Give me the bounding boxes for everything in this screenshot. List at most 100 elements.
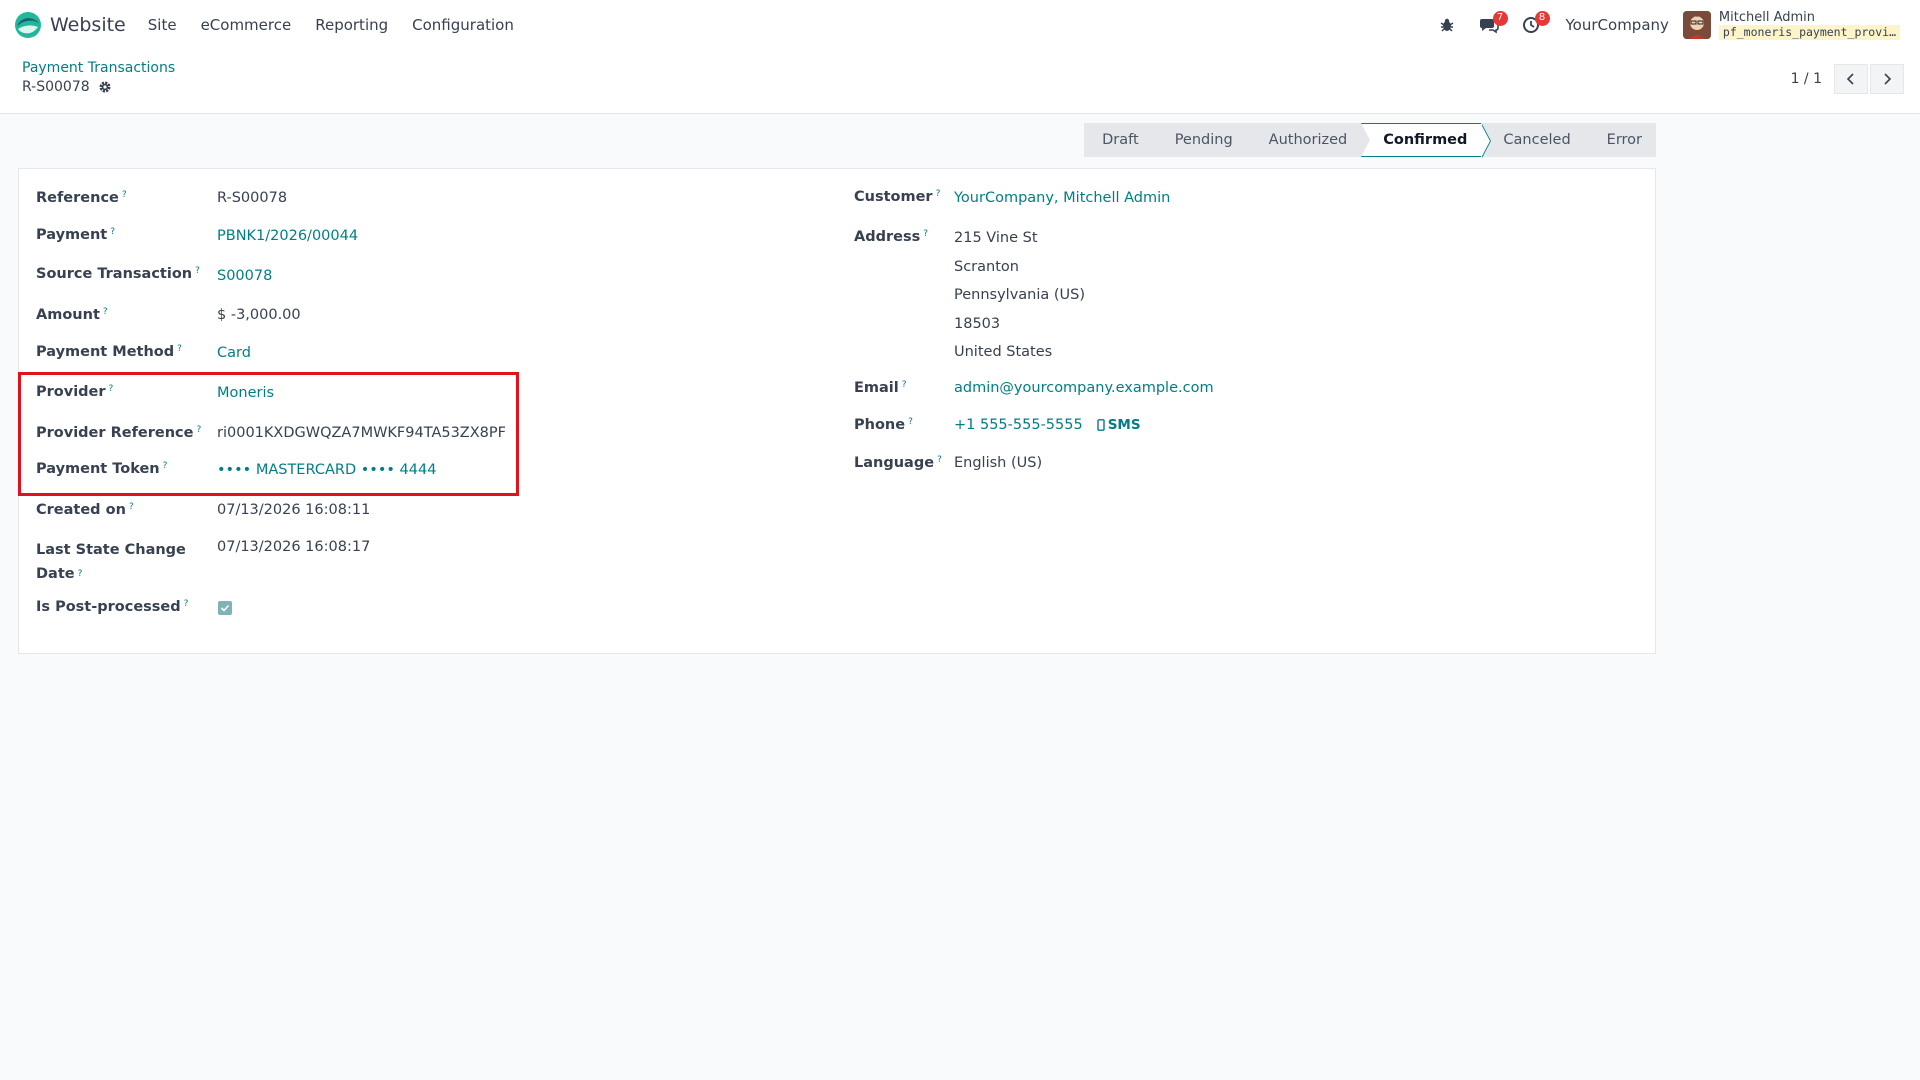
stage-canceled[interactable]: Canceled [1481,123,1594,157]
user-name: Mitchell Admin [1718,10,1816,25]
field-is-post-processed: Is Post-processed? [36,599,188,615]
help-tooltip-icon[interactable]: ? [110,227,115,237]
field-last-state-change: Last State Change Date? [36,538,186,586]
stage-label: Pending [1174,132,1233,148]
menu-item-reporting[interactable]: Reporting [303,0,400,50]
user-menu[interactable]: Mitchell Admin pf_moneris_payment_provi… [1682,10,1900,40]
top-navbar: Website Site eCommerce Reporting Configu… [0,0,1920,50]
pager-value[interactable]: 1 / 1 [1791,71,1822,87]
website-app-icon [15,12,41,38]
address-country: United States [954,344,1053,360]
field-label: Reference? [36,190,127,206]
help-tooltip-icon[interactable]: ? [936,189,941,199]
help-tooltip-icon[interactable]: ? [122,190,127,200]
app-name: Website [50,14,126,36]
stage-label: Confirmed [1383,132,1468,148]
amount-value: $ -3,000.00 [217,307,301,323]
field-phone: Phone? [854,417,913,433]
record-name: R-S00078 [22,79,90,95]
mobile-phone-icon [1097,419,1105,431]
help-tooltip-icon[interactable]: ? [902,380,907,390]
help-tooltip-icon[interactable]: ? [195,266,200,276]
help-tooltip-icon[interactable]: ? [937,455,942,465]
address-block: 215 Vine St Scranton Pennsylvania (US) 1… [954,224,1085,367]
sms-label: SMS [1107,417,1141,433]
stage-draft[interactable]: Draft [1084,123,1162,157]
stage-label: Canceled [1503,132,1571,148]
help-tooltip-icon[interactable]: ? [908,417,913,427]
menu-item-ecommerce[interactable]: eCommerce [189,0,304,50]
field-label: Payment Token? [36,461,168,477]
field-payment-method: Payment Method? [36,344,182,360]
field-email: Email? [854,380,907,396]
debug-icon[interactable] [1432,0,1462,50]
phone-link[interactable]: +1 555-555-5555 [954,417,1083,433]
language-value: English (US) [954,455,1043,471]
help-tooltip-icon[interactable]: ? [163,461,168,471]
menu-item-configuration[interactable]: Configuration [400,0,526,50]
help-tooltip-icon[interactable]: ? [196,425,201,435]
payment-link[interactable]: PBNK1/2026/00044 [217,228,358,244]
messages-icon[interactable]: 7 [1474,0,1508,50]
reference-value: R-S00078 [217,190,288,206]
help-tooltip-icon[interactable]: ? [184,599,189,609]
field-label: Provider Reference? [36,425,202,441]
help-tooltip-icon[interactable]: ? [103,307,108,317]
post-processed-checkbox[interactable] [218,601,232,615]
help-tooltip-icon[interactable]: ? [109,384,114,394]
phone-block: +1 555-555-5555 SMS [954,417,1141,433]
stage-pending[interactable]: Pending [1152,123,1256,157]
field-label: Payment Method? [36,344,182,360]
messages-badge: 7 [1492,11,1508,26]
help-tooltip-icon[interactable]: ? [923,229,928,239]
field-label: Last State Change [36,542,186,558]
field-label: Phone? [854,417,913,433]
field-amount: Amount? [36,307,108,323]
stage-label: Error [1606,132,1642,148]
field-label: Amount? [36,307,108,323]
help-tooltip-icon[interactable]: ? [129,502,134,512]
field-created-on: Created on? [36,502,134,518]
field-label: Date? [36,566,83,582]
app-brand[interactable]: Website [14,0,126,50]
address-street: 215 Vine St [954,230,1038,246]
field-reference: Reference? [36,190,127,206]
field-provider-reference: Provider Reference? [36,425,201,441]
stage-error[interactable]: Error [1584,123,1656,157]
chevron-right-icon [1884,73,1892,85]
field-payment-token: Payment Token? [36,461,167,477]
help-tooltip-icon[interactable]: ? [78,569,83,579]
breadcrumb[interactable]: Payment Transactions [22,60,175,76]
field-provider: Provider? [36,384,113,400]
field-label: Customer? [854,189,941,205]
stage-authorized[interactable]: Authorized [1246,123,1371,157]
address-zip: 18503 [954,315,1001,332]
pager-previous-button[interactable] [1834,64,1868,94]
status-bar: Draft Pending Authorized Confirmed Cance… [1084,123,1656,158]
source-transaction-link[interactable]: S00078 [217,268,272,284]
activities-clock-icon[interactable]: 8 [1516,0,1550,50]
help-tooltip-icon[interactable]: ? [177,344,182,354]
menu-item-site[interactable]: Site [136,0,189,50]
stage-label: Authorized [1268,132,1348,148]
navbar-systray: 7 8 YourCompany Mitchell Admin pf_moneri… [1426,0,1920,50]
payment-method-link[interactable]: Card [217,345,251,361]
payment-token-link[interactable]: •••• MASTERCARD •••• 4444 [217,462,436,478]
email-link[interactable]: admin@yourcompany.example.com [954,380,1214,396]
field-language: Language? [854,455,942,471]
field-label: Created on? [36,502,134,518]
pager-next-button[interactable] [1870,64,1904,94]
provider-link[interactable]: Moneris [217,385,274,401]
field-customer: Customer? [854,189,940,205]
stage-confirmed[interactable]: Confirmed [1361,123,1492,158]
chevron-left-icon [1846,73,1854,85]
provider-reference-value: ri0001KXDGWQZA7MWKF94TA53ZX8PF [217,425,506,441]
sms-button[interactable]: SMS [1097,417,1141,433]
address-city: Scranton [954,258,1019,275]
activities-badge: 8 [1534,11,1550,26]
pager: 1 / 1 [1791,64,1904,94]
customer-link[interactable]: YourCompany, Mitchell Admin [954,190,1170,206]
last-state-change-value: 07/13/2026 16:08:17 [217,539,371,555]
gear-icon[interactable] [98,80,112,94]
company-switcher[interactable]: YourCompany [1566,16,1669,34]
